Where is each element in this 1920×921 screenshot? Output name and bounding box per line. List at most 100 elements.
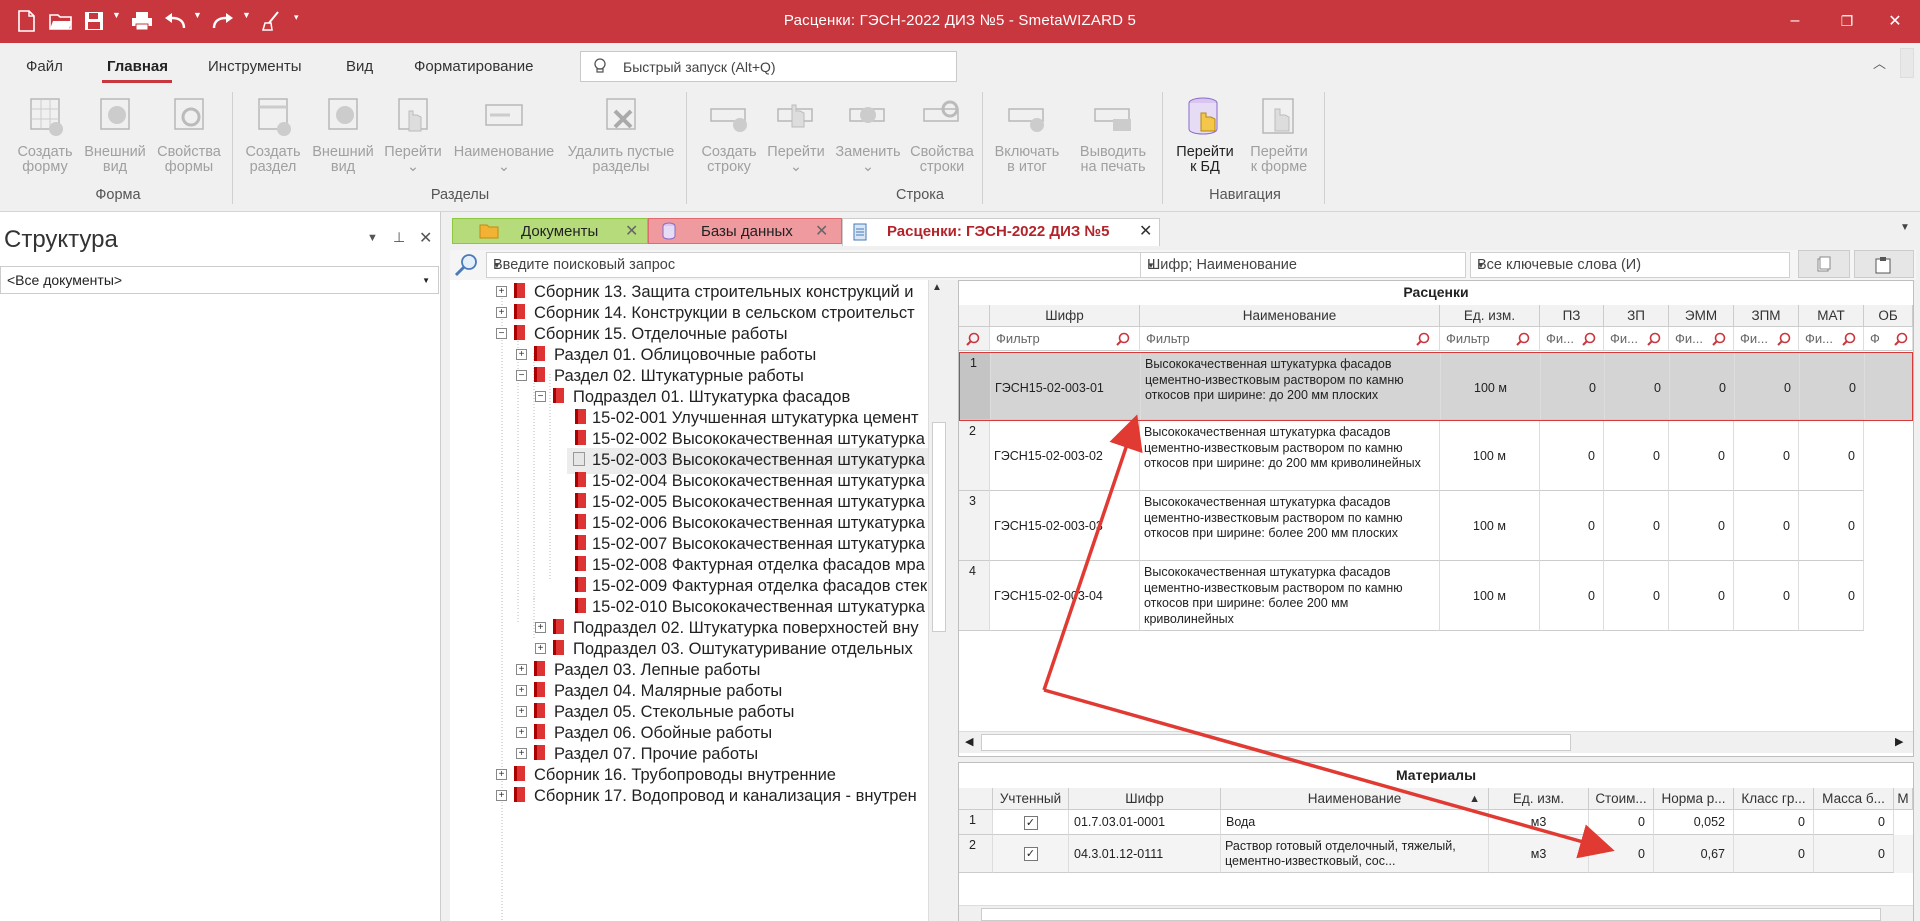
table-row[interactable]: 4 ГЭСН15-02-003-04 Высококачественная шт… [959, 561, 1913, 631]
material-cost-cell[interactable]: 0 [1589, 810, 1654, 835]
material-class-cell[interactable]: 0 [1734, 810, 1814, 835]
paste-button[interactable] [1854, 250, 1914, 278]
row-replace-button[interactable]: Заменить ⌄ [830, 95, 906, 175]
tab-rates[interactable]: Расценки: ГЭСН-2022 ДИЗ №5 ✕ [842, 218, 1160, 246]
rate-value-cell[interactable]: 0 [1669, 421, 1734, 491]
rate-code-cell[interactable]: ГЭСН15-02-003-01 [991, 353, 1141, 420]
scroll-thumb[interactable] [932, 422, 946, 632]
column-header[interactable]: Класс гр... [1734, 788, 1814, 810]
material-code-cell[interactable]: 04.3.01.12-0111 [1069, 835, 1221, 873]
ribbon-scrollbar[interactable] [1900, 48, 1914, 78]
scroll-thumb[interactable] [981, 734, 1571, 751]
tab-file[interactable]: Файл [26, 58, 63, 75]
tab-view[interactable]: Вид [346, 58, 373, 75]
minimize-button[interactable]: – [1772, 6, 1818, 36]
search-icon[interactable] [1516, 332, 1530, 346]
collapse-ribbon-icon[interactable]: ︿ [1873, 53, 1886, 72]
material-name-cell[interactable]: Вода [1221, 810, 1489, 835]
search-icon[interactable] [1647, 332, 1661, 346]
scroll-thumb[interactable] [981, 908, 1881, 921]
material-norm-cell[interactable]: 0,052 [1654, 810, 1734, 835]
pin-icon[interactable]: ⊥ [393, 229, 405, 246]
rate-unit-cell[interactable]: 100 м [1440, 421, 1540, 491]
rate-value-cell[interactable]: 0 [1799, 561, 1864, 631]
rate-value-cell[interactable]: 0 [1800, 353, 1865, 420]
filter-input[interactable]: Фи... [1540, 327, 1604, 351]
material-mass-cell[interactable]: 0 [1814, 835, 1894, 873]
scroll-right-icon[interactable]: ▶ [1895, 735, 1903, 748]
material-class-cell[interactable]: 0 [1734, 835, 1814, 873]
row-properties-button[interactable]: Свойства строки [906, 95, 978, 175]
material-unit-cell[interactable]: м3 [1489, 810, 1589, 835]
quick-launch-input[interactable]: Быстрый запуск (Alt+Q) [580, 51, 957, 82]
rate-value-cell[interactable]: 0 [1799, 421, 1864, 491]
search-icon[interactable] [1842, 332, 1856, 346]
search-input[interactable]: Введите поисковый запрос ▼ [486, 252, 1174, 278]
section-view-button[interactable]: Внешний вид [308, 95, 378, 175]
search-icon[interactable] [1582, 332, 1596, 346]
search-field-select[interactable]: Шифр; Наименование ▼ [1140, 252, 1466, 278]
scroll-up-icon[interactable]: ▲ [932, 282, 942, 293]
filter-input[interactable]: Ф [1864, 327, 1913, 351]
rate-unit-cell[interactable]: 100 м [1440, 491, 1540, 561]
rate-value-cell[interactable]: 0 [1541, 353, 1605, 420]
rate-value-cell[interactable]: 0 [1799, 491, 1864, 561]
rate-code-cell[interactable]: ГЭСН15-02-003-03 [990, 491, 1140, 561]
search-icon[interactable] [1416, 332, 1430, 346]
rate-value-cell[interactable]: 0 [1734, 421, 1799, 491]
rate-name-cell[interactable]: Высококачественная штукатурка фасадов це… [1140, 561, 1440, 631]
close-tab-icon[interactable]: ✕ [625, 221, 638, 241]
table-row[interactable]: 1 ✓ 01.7.03.01-0001 Вода м3 0 0,052 0 0 [959, 810, 1913, 835]
column-header[interactable]: ОБ [1864, 305, 1913, 327]
materials-h-scrollbar[interactable] [959, 905, 1913, 921]
create-form-button[interactable]: Создать форму [12, 95, 78, 175]
column-header[interactable]: Шифр [1069, 788, 1221, 810]
column-header[interactable]: ЗПМ [1734, 305, 1799, 327]
section-goto-button[interactable]: Перейти ⌄ [380, 95, 446, 175]
rate-value-cell[interactable]: 0 [1734, 491, 1799, 561]
material-cost-cell[interactable]: 0 [1589, 835, 1654, 873]
table-row[interactable]: 2 ✓ 04.3.01.12-0111 Раствор готовый отде… [959, 835, 1913, 873]
column-header[interactable]: Наименование [1140, 305, 1440, 327]
delete-empty-sections-button[interactable]: Удалить пустые разделы [562, 95, 680, 175]
filter-input[interactable]: Фильтр [1140, 327, 1440, 351]
tab-formatting[interactable]: Форматирование [414, 58, 534, 75]
column-header[interactable]: Шифр [990, 305, 1140, 327]
rate-unit-cell[interactable]: 100 м [1441, 353, 1541, 420]
rate-value-cell[interactable]: 0 [1669, 491, 1734, 561]
filter-input[interactable]: Фи... [1734, 327, 1799, 351]
close-button[interactable]: ✕ [1872, 6, 1918, 36]
material-name-cell[interactable]: Раствор готовый отделочный, тяжелый, цем… [1221, 835, 1489, 873]
rate-value-cell[interactable]: 0 [1604, 421, 1669, 491]
close-tab-icon[interactable]: ✕ [815, 221, 828, 241]
tab-home[interactable]: Главная [107, 58, 168, 75]
rates-h-scrollbar[interactable]: ◀ ▶ [959, 731, 1913, 753]
search-icon[interactable] [1116, 332, 1130, 346]
column-header[interactable]: Ед. изм. [1440, 305, 1540, 327]
restore-button[interactable]: ❐ [1824, 6, 1870, 36]
print-output-button[interactable]: Выводить на печать [1068, 95, 1158, 175]
included-checkbox[interactable]: ✓ [993, 835, 1069, 873]
tab-databases[interactable]: Базы данных ✕ [648, 218, 842, 244]
column-header[interactable]: ПЗ [1540, 305, 1604, 327]
tab-list-icon[interactable]: ▼ [1900, 222, 1910, 233]
column-header[interactable]: МАТ [1799, 305, 1864, 327]
column-header[interactable]: ЭММ [1669, 305, 1734, 327]
search-icon[interactable] [1712, 332, 1726, 346]
column-header[interactable]: Учтенный [993, 788, 1069, 810]
rate-value-cell[interactable]: 0 [1604, 491, 1669, 561]
table-row[interactable]: 2 ГЭСН15-02-003-02 Высококачественная шт… [959, 421, 1913, 491]
section-name-button[interactable]: Наименование ⌄ [450, 95, 558, 175]
tree-scrollbar[interactable]: ▲ [928, 280, 950, 921]
column-header[interactable]: Наименование ▲ [1221, 788, 1489, 810]
close-pane-icon[interactable]: ✕ [419, 228, 432, 248]
close-tab-icon[interactable]: ✕ [1139, 221, 1152, 241]
rate-unit-cell[interactable]: 100 м [1440, 561, 1540, 631]
material-unit-cell[interactable]: м3 [1489, 835, 1589, 873]
rate-value-cell[interactable]: 0 [1605, 353, 1670, 420]
rate-code-cell[interactable]: ГЭСН15-02-003-02 [990, 421, 1140, 491]
filter-input[interactable]: Фи... [1799, 327, 1864, 351]
material-norm-cell[interactable]: 0,67 [1654, 835, 1734, 873]
goto-form-button[interactable]: Перейти к форме [1244, 95, 1314, 175]
column-header[interactable]: Норма р... [1654, 788, 1734, 810]
